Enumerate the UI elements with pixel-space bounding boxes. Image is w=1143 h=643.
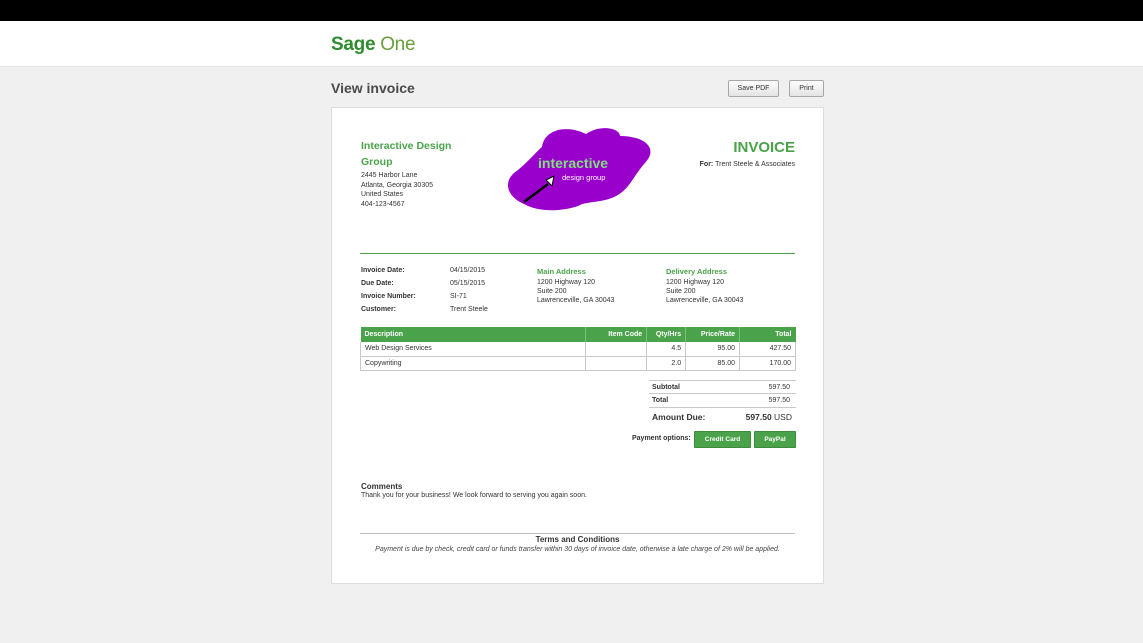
top-black-bar xyxy=(0,0,1143,21)
terms-heading: Terms and Conditions xyxy=(535,535,620,544)
due-date-value: 05/15/2015 xyxy=(450,280,486,287)
company-name: Interactive Design Group xyxy=(361,140,452,168)
page-title: View invoice xyxy=(331,80,415,96)
invoice-date-label: Invoice Date: xyxy=(361,267,405,274)
table-header-row: Description Item Code Qty/Hrs Price/Rate… xyxy=(360,327,796,342)
amount-due-amount: 597.50 USD xyxy=(746,412,792,422)
save-pdf-button[interactable]: Save PDF xyxy=(728,80,779,97)
terms-divider xyxy=(360,533,795,534)
app-header xyxy=(0,21,1143,67)
logo-text-sub: design group xyxy=(562,173,605,182)
col-item-code: Item Code xyxy=(585,327,648,342)
line-items-table: Description Item Code Qty/Hrs Price/Rate… xyxy=(359,327,796,371)
total-value: 597.50 xyxy=(768,397,790,404)
address-line: United States xyxy=(361,191,404,198)
address-line: Suite 200 xyxy=(666,288,696,295)
col-total: Total xyxy=(739,327,796,342)
table-row: Copywriting 2.0 85.00 170.00 xyxy=(359,356,796,371)
cell-item-code xyxy=(585,342,648,357)
company-logo: interactive design group xyxy=(507,128,651,211)
amount-due-value: 597.50 xyxy=(745,412,772,422)
totals-block: Subtotal 597.50 Total 597.50 Amount Due:… xyxy=(649,380,796,426)
delivery-address: 1200 Highway 120 Suite 200 Lawrenceville… xyxy=(666,278,743,305)
terms-text: Payment is due by check, credit card or … xyxy=(375,546,780,553)
cell-description: Web Design Services xyxy=(359,342,587,357)
brand-sage-text: Sage xyxy=(331,34,376,55)
cell-total: 427.50 xyxy=(739,342,796,357)
invoice-heading: INVOICE xyxy=(733,139,795,156)
print-button[interactable]: Print xyxy=(789,80,824,97)
invoice-date-value: 04/15/2015 xyxy=(450,267,486,274)
invoice-for: For: Trent Steele & Associates xyxy=(700,161,795,168)
delivery-address-heading: Delivery Address xyxy=(666,267,728,276)
cell-qty: 2.0 xyxy=(646,356,687,371)
amount-due-label: Amount Due: xyxy=(652,412,706,422)
address-line: 1200 Highway 120 xyxy=(537,279,595,286)
due-date-label: Due Date: xyxy=(361,280,394,287)
col-description: Description xyxy=(360,327,587,342)
sage-one-logo[interactable]: Sage One xyxy=(331,34,416,56)
for-label: For: xyxy=(699,161,714,168)
customer-label: Customer: xyxy=(361,306,397,313)
cell-item-code xyxy=(585,356,648,371)
customer-value: Trent Steele xyxy=(450,306,488,313)
address-line: 1200 Highway 120 xyxy=(666,279,724,286)
table-row: Web Design Services 4.5 95.00 427.50 xyxy=(359,342,796,357)
address-line: Lawrenceville, GA 30043 xyxy=(666,297,744,304)
address-line: 404-123-4567 xyxy=(361,200,405,208)
company-address: 2445 Harbor Lane Atlanta, Georgia 30305 … xyxy=(361,171,433,209)
header-divider xyxy=(360,253,795,254)
col-qty-hrs: Qty/Hrs xyxy=(646,327,687,342)
invoice-number-value: SI-71 xyxy=(450,293,467,300)
main-address-heading: Main Address xyxy=(537,267,586,276)
address-line: Suite 200 xyxy=(537,288,567,295)
total-label: Total xyxy=(652,397,669,404)
cell-price: 95.00 xyxy=(685,342,741,357)
address-line: Lawrenceville, GA 30043 xyxy=(537,297,615,304)
logo-text-main: interactive xyxy=(538,155,608,171)
cell-qty: 4.5 xyxy=(646,342,687,357)
cell-price: 85.00 xyxy=(685,356,741,371)
invoice-number-label: Invoice Number: xyxy=(361,293,416,300)
invoice-card: Interactive Design Group 2445 Harbor Lan… xyxy=(331,107,824,584)
address-line: 2445 Harbor Lane xyxy=(361,172,418,179)
paypal-button[interactable]: PayPal xyxy=(754,431,796,448)
currency: USD xyxy=(774,412,792,422)
for-value: Trent Steele & Associates xyxy=(715,161,795,168)
amount-due-row: Amount Due: 597.50 USD xyxy=(649,408,796,426)
credit-card-button[interactable]: Credit Card xyxy=(694,431,751,448)
address-line: Atlanta, Georgia 30305 xyxy=(361,181,433,189)
payment-options-label: Payment options: xyxy=(632,435,691,442)
comments-heading: Comments xyxy=(361,482,403,491)
brand-one-text: One xyxy=(380,34,416,55)
total-row: Total 597.50 xyxy=(649,394,796,408)
col-price-rate: Price/Rate xyxy=(685,327,741,342)
comments-text: Thank you for your business! We look for… xyxy=(361,492,587,499)
subtotal-value: 597.50 xyxy=(768,383,790,391)
cell-total: 170.00 xyxy=(739,356,796,371)
subtotal-label: Subtotal xyxy=(652,383,680,391)
main-address: 1200 Highway 120 Suite 200 Lawrenceville… xyxy=(537,278,614,305)
cell-description: Copywriting xyxy=(359,356,587,371)
subtotal-row: Subtotal 597.50 xyxy=(649,380,796,394)
